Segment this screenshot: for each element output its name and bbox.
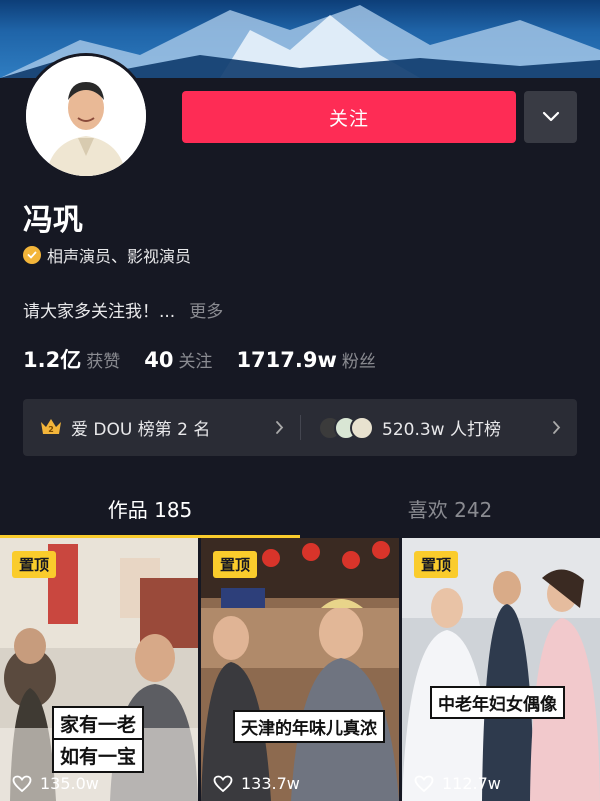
video-likes: 133.7w [213,774,300,793]
rank-position-text: 爱 DOU 榜第 2 名 [71,420,211,440]
stat-value: 1.2亿 [23,348,82,372]
video-caption: 中老年妇女偶像 [430,686,565,719]
bio[interactable]: 请大家多关注我！... 更多 [23,297,223,322]
pinned-badge: 置顶 [414,551,459,578]
rank-supporters-button[interactable]: 520.3w 人打榜 [300,399,577,456]
crown-icon: 2 [39,416,63,440]
stat-value: 40 [144,348,174,372]
video-likes: 135.0w [12,774,99,793]
video-likes: 112.7w [414,774,501,793]
rank-supporters-text: 520.3w 人打榜 [382,420,501,440]
profile-name: 冯巩 [23,203,83,238]
supporter-avatars [318,415,374,440]
stat-label: 获赞 [86,352,121,372]
stats-row: 1.2亿 获赞 40 关注 1717.9w 粉丝 [23,344,400,374]
video-thumbnail[interactable]: 置顶 天津的年味儿真浓 133.7w [201,538,399,801]
stat-value: 1717.9w [236,348,337,372]
video-caption: 家有一老 [52,706,145,741]
chevron-right-icon [552,420,561,439]
stat-label: 关注 [178,352,213,372]
verification-row: 相声演员、影视演员 [23,243,191,267]
follow-button[interactable]: 关注 [182,91,516,143]
chevron-down-icon [542,108,560,127]
heart-outline-icon [414,775,434,792]
likes-count: 112.7w [442,774,501,793]
likes-count: 133.7w [241,774,300,793]
content-tabs: 作品 185 喜欢 242 [0,486,600,538]
bio-more-link[interactable]: 更多 [189,297,223,322]
verification-text: 相声演员、影视演员 [47,247,192,266]
likes-count: 135.0w [40,774,99,793]
tab-likes[interactable]: 喜欢 242 [300,486,600,536]
video-thumbnail[interactable]: 置顶 中老年妇女偶像 112.7w [402,538,600,801]
stat-label: 粉丝 [341,352,376,372]
check-badge-icon [23,246,41,264]
stat-following[interactable]: 40 关注 [144,347,212,372]
video-caption-line2: 如有一宝 [52,738,145,773]
chevron-right-icon [275,420,284,439]
heart-outline-icon [12,775,32,792]
stat-followers[interactable]: 1717.9w 粉丝 [236,347,375,372]
rank-position-button[interactable]: 2 爱 DOU 榜第 2 名 [23,399,300,456]
heart-outline-icon [213,775,233,792]
avatar[interactable] [23,53,149,179]
follow-button-label: 关注 [328,107,369,130]
svg-text:2: 2 [48,425,54,434]
pinned-badge: 置顶 [213,551,258,578]
supporter-avatar [350,415,374,440]
pinned-badge: 置顶 [12,551,57,578]
video-thumbnail[interactable]: 置顶 家有一老 如有一宝 135.0w [0,538,198,801]
rank-bar: 2 爱 DOU 榜第 2 名 520.3w 人打榜 [23,399,577,456]
video-caption: 天津的年味儿真浓 [233,710,385,743]
stat-likes[interactable]: 1.2亿 获赞 [23,344,120,374]
bio-text: 请大家多关注我！... [23,302,176,322]
tab-works[interactable]: 作品 185 [0,486,300,536]
more-options-button[interactable] [524,91,577,143]
video-grid: 置顶 家有一老 如有一宝 135.0w 置顶 天津的年味儿真浓 133.7w 置… [0,538,600,801]
